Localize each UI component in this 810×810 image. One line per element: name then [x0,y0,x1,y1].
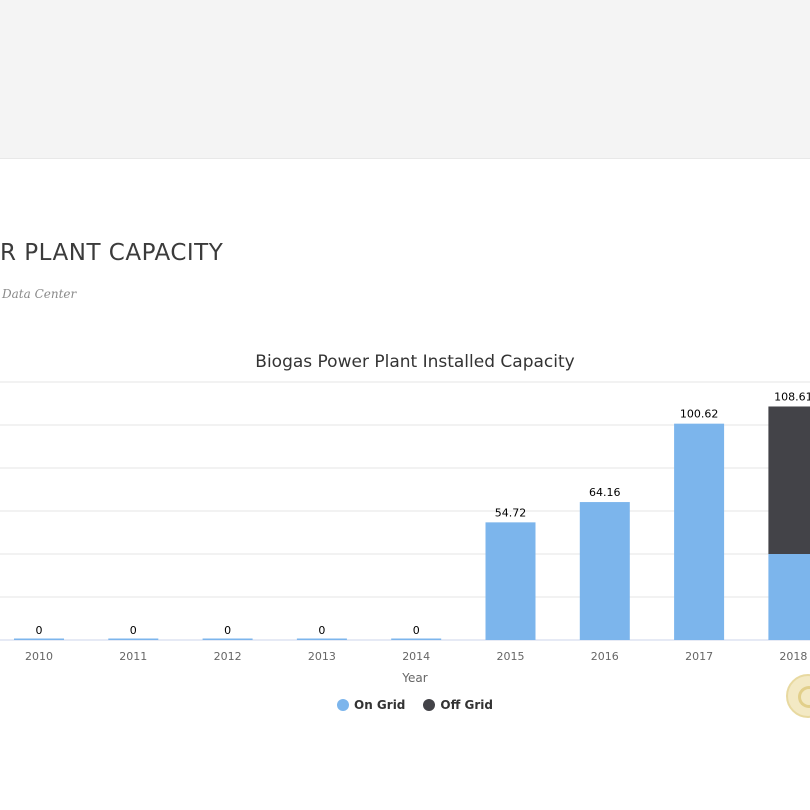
data-label: 0 [36,624,43,637]
bar[interactable] [674,423,725,640]
x-tick-labels: 2010 2011 2012 2013 2014 2015 2016 2017 2018 [25,650,807,663]
chart-legend: On Grid Off Grid [0,698,810,712]
x-tick-label: 2015 [497,650,525,663]
legend-item-off-grid[interactable]: Off Grid [423,698,493,712]
page-subtitle: Data Center [2,287,77,301]
data-label: 0 [318,624,325,637]
legend-label-on-grid: On Grid [354,698,406,712]
data-label: 108.61 [774,390,810,403]
bar[interactable] [14,638,64,641]
data-label: 0 [224,624,231,637]
data-label: 0 [413,624,420,637]
data-label: 54.72 [495,506,527,519]
bar-chart: Biogas Power Plant Installed Capacity 0 0… [0,352,810,685]
x-tick-label: 2014 [402,650,430,663]
chart-title: Biogas Power Plant Installed Capacity [255,352,574,372]
bar[interactable] [296,638,347,641]
bar[interactable] [768,554,810,640]
off-grid-marker-icon [423,699,436,711]
data-label: 100.62 [680,408,719,421]
bar[interactable] [768,406,810,554]
legend-item-on-grid[interactable]: On Grid [337,698,405,712]
data-label: 0 [130,624,137,637]
legend-label-off-grid: Off Grid [440,698,493,712]
bar[interactable] [391,638,442,641]
x-tick-label: 2016 [591,650,619,663]
x-tick-label: 2012 [214,650,242,663]
bars [14,406,810,640]
on-grid-marker-icon [337,699,349,711]
x-tick-label: 2010 [25,650,53,663]
top-banner [0,0,810,159]
x-tick-label: 2011 [119,650,147,663]
bar[interactable] [108,638,159,641]
x-tick-label: 2017 [685,650,713,663]
bar[interactable] [579,502,630,640]
bar[interactable] [202,638,253,641]
x-tick-label: 2013 [308,650,336,663]
x-tick-label: 2018 [779,650,807,663]
bar[interactable] [485,522,536,640]
x-axis-title: Year [401,671,427,685]
page-title: R PLANT CAPACITY [0,240,224,266]
data-label: 64.16 [589,486,621,499]
